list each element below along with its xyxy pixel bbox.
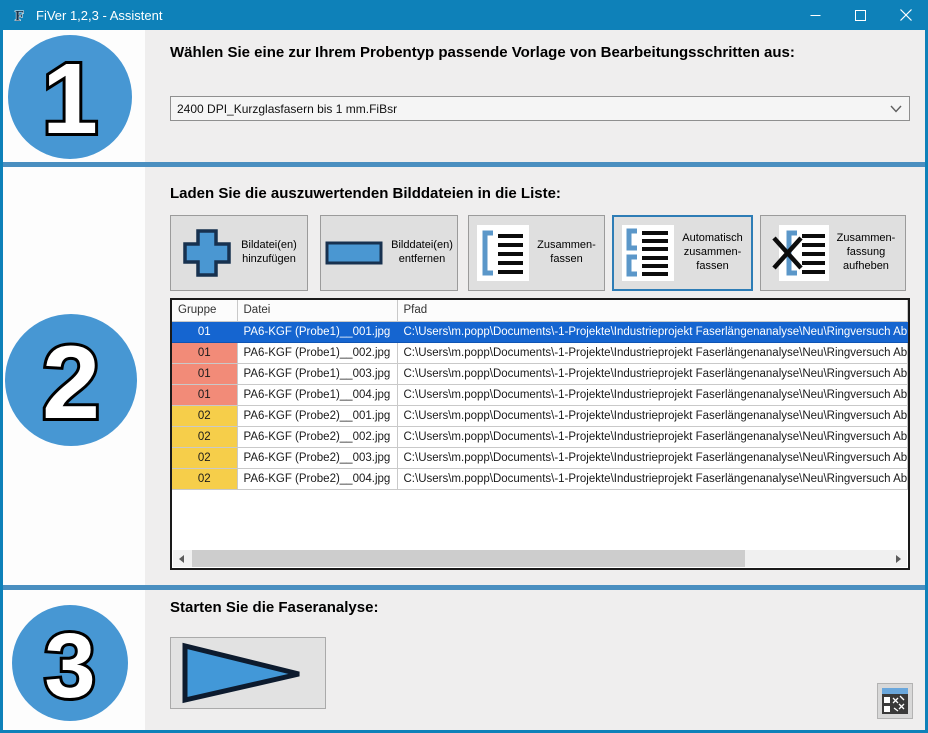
column-header-gruppe[interactable]: Gruppe (172, 300, 237, 321)
table-row[interactable]: 02 PA6-KGF (Probe2)__002.jpg C:\Users\m.… (172, 426, 908, 447)
group-cell: 01 (172, 342, 237, 363)
group-cell: 02 (172, 426, 237, 447)
step1-badge: 1 (8, 35, 132, 159)
scroll-right-button[interactable] (890, 550, 907, 567)
table-row[interactable]: 02 PA6-KGF (Probe2)__001.jpg C:\Users\m.… (172, 405, 908, 426)
step3-heading: Starten Sie die Faseranalyse: (170, 599, 915, 616)
template-select-value: 2400 DPI_Kurzglasfasern bis 1 mm.FiBsr (171, 102, 883, 116)
group-cell: 02 (172, 447, 237, 468)
app-logo-icon: F (11, 7, 28, 24)
scroll-left-button[interactable] (173, 550, 190, 567)
auto-group-files-button[interactable]: Automatisch zusammen- fassen (612, 215, 753, 291)
file-cell: PA6-KGF (Probe2)__004.jpg (237, 468, 397, 489)
path-cell: C:\Users\m.popp\Documents\-1-Projekte\In… (397, 321, 908, 342)
column-header-datei[interactable]: Datei (237, 300, 397, 321)
path-cell: C:\Users\m.popp\Documents\-1-Projekte\In… (397, 342, 908, 363)
table-row[interactable]: 01 PA6-KGF (Probe1)__002.jpg C:\Users\m.… (172, 342, 908, 363)
file-cell: PA6-KGF (Probe2)__001.jpg (237, 405, 397, 426)
step2-number: 2 (42, 325, 100, 441)
section-divider-1 (0, 162, 928, 167)
minimize-icon (810, 10, 821, 21)
ungroup-files-button[interactable]: Zusammen- fassung aufheben (760, 215, 906, 291)
group-cell: 01 (172, 384, 237, 405)
table-row[interactable]: 02 PA6-KGF (Probe2)__004.jpg C:\Users\m.… (172, 468, 908, 489)
file-cell: PA6-KGF (Probe1)__004.jpg (237, 384, 397, 405)
horizontal-scrollbar[interactable] (173, 550, 907, 567)
path-cell: C:\Users\m.popp\Documents\-1-Projekte\In… (397, 405, 908, 426)
path-cell: C:\Users\m.popp\Documents\-1-Projekte\In… (397, 426, 908, 447)
group-cell: 01 (172, 321, 237, 342)
minus-bar-icon (325, 241, 383, 265)
group-cell: 02 (172, 468, 237, 489)
chevron-down-icon (883, 97, 909, 120)
window-title: FiVer 1,2,3 - Assistent (36, 8, 162, 23)
scrollbar-thumb[interactable] (192, 550, 745, 567)
remove-image-files-label: Bilddatei(en) entfernen (391, 239, 453, 267)
app-window: F FiVer 1,2,3 - Assistent (0, 0, 928, 733)
table-header-row: Gruppe Datei Pfad (172, 300, 908, 321)
minimize-button[interactable] (793, 0, 838, 30)
scroll-left-icon (179, 555, 184, 563)
add-image-files-label: Bildatei(en) hinzufügen (241, 239, 297, 267)
datagrid-tool-button[interactable] (877, 683, 913, 719)
scrollbar-track[interactable] (190, 550, 890, 567)
group-cell: 02 (172, 405, 237, 426)
titlebar: F FiVer 1,2,3 - Assistent (0, 0, 928, 30)
step1-number: 1 (42, 43, 98, 155)
step1-heading: Wählen Sie eine zur Ihrem Probentyp pass… (170, 44, 915, 61)
group-files-label: Zusammen- fassen (537, 239, 596, 267)
start-analysis-button[interactable] (170, 637, 326, 709)
file-cell: PA6-KGF (Probe1)__001.jpg (237, 321, 397, 342)
file-cell: PA6-KGF (Probe2)__003.jpg (237, 447, 397, 468)
ungroup-files-label: Zusammen- fassung aufheben (837, 232, 896, 273)
file-table: Gruppe Datei Pfad 01 PA6-KGF (Probe1)__0… (170, 298, 910, 570)
maximize-button[interactable] (838, 0, 883, 30)
plus-icon (181, 227, 233, 279)
scroll-right-icon (896, 555, 901, 563)
file-cell: PA6-KGF (Probe1)__002.jpg (237, 342, 397, 363)
file-cell: PA6-KGF (Probe1)__003.jpg (237, 363, 397, 384)
table-row[interactable]: 01 PA6-KGF (Probe1)__001.jpg C:\Users\m.… (172, 321, 908, 342)
close-button[interactable] (883, 0, 928, 30)
close-icon (900, 9, 912, 21)
path-cell: C:\Users\m.popp\Documents\-1-Projekte\In… (397, 468, 908, 489)
path-cell: C:\Users\m.popp\Documents\-1-Projekte\In… (397, 447, 908, 468)
table-row[interactable]: 01 PA6-KGF (Probe1)__003.jpg C:\Users\m.… (172, 363, 908, 384)
group-cell: 01 (172, 363, 237, 384)
table-row[interactable]: 01 PA6-KGF (Probe1)__004.jpg C:\Users\m.… (172, 384, 908, 405)
remove-image-files-button[interactable]: Bilddatei(en) entfernen (320, 215, 458, 291)
template-select[interactable]: 2400 DPI_Kurzglasfasern bis 1 mm.FiBsr (170, 96, 910, 121)
path-cell: C:\Users\m.popp\Documents\-1-Projekte\In… (397, 363, 908, 384)
path-cell: C:\Users\m.popp\Documents\-1-Projekte\In… (397, 384, 908, 405)
maximize-icon (855, 10, 866, 21)
datagrid-icon (882, 688, 908, 714)
column-header-pfad[interactable]: Pfad (397, 300, 908, 321)
add-image-files-button[interactable]: Bildatei(en) hinzufügen (170, 215, 308, 291)
table-row[interactable]: 02 PA6-KGF (Probe2)__003.jpg C:\Users\m.… (172, 447, 908, 468)
step2-heading: Laden Sie die auszuwertenden Bilddateien… (170, 185, 915, 202)
step3-number: 3 (44, 615, 95, 717)
step2-badge: 2 (5, 314, 137, 446)
play-icon (171, 640, 321, 706)
bracket-list-icon (477, 225, 529, 281)
double-bracket-list-icon (622, 225, 674, 281)
group-files-button[interactable]: Zusammen- fassen (468, 215, 605, 291)
step3-badge: 3 (12, 605, 128, 721)
auto-group-files-label: Automatisch zusammen- fassen (682, 232, 743, 273)
x-bracket-list-icon (771, 225, 829, 281)
window-border-left (0, 30, 3, 733)
file-cell: PA6-KGF (Probe2)__002.jpg (237, 426, 397, 447)
svg-text:F: F (15, 8, 24, 24)
section-divider-2 (0, 585, 928, 590)
